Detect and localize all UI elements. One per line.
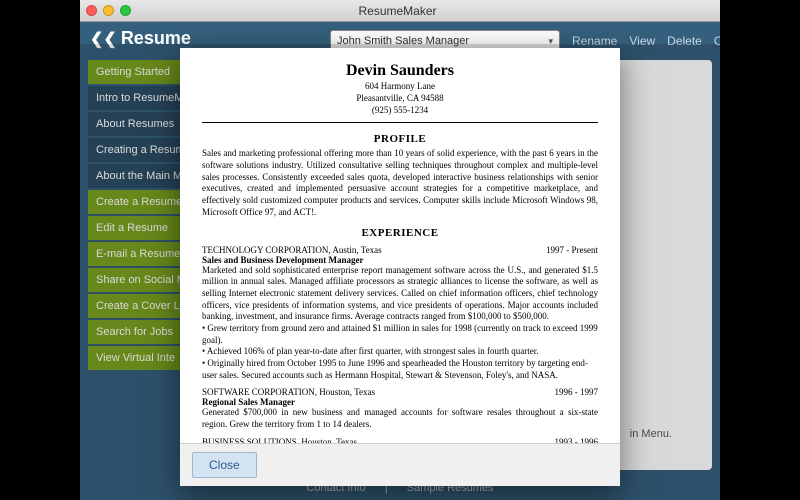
resume-name: Devin Saunders bbox=[202, 62, 598, 80]
job-entry: SOFTWARE CORPORATION, Houston, Texas 1996… bbox=[202, 387, 598, 430]
resume-preview-modal: Devin Saunders 604 Harmony Lane Pleasant… bbox=[180, 48, 620, 486]
traffic-lights bbox=[86, 5, 131, 16]
job-body: Generated $700,000 in new business and m… bbox=[202, 407, 598, 430]
job-title: Sales and Business Development Manager bbox=[202, 255, 598, 265]
job-company: BUSINESS SOLUTIONS, Houston, Texas bbox=[202, 437, 357, 443]
job-company: TECHNOLOGY CORPORATION, Austin, Texas bbox=[202, 245, 382, 255]
profile-heading: PROFILE bbox=[202, 133, 598, 145]
job-dates: 1997 - Present bbox=[546, 245, 598, 255]
job-bullet: • Originally hired from October 1995 to … bbox=[202, 358, 598, 381]
modal-overlay: Devin Saunders 604 Harmony Lane Pleasant… bbox=[80, 44, 720, 500]
job-dates: 1993 - 1996 bbox=[555, 437, 599, 443]
job-entry: BUSINESS SOLUTIONS, Houston, Texas 1993 -… bbox=[202, 437, 598, 443]
job-header: TECHNOLOGY CORPORATION, Austin, Texas 199… bbox=[202, 245, 598, 255]
job-entry: TECHNOLOGY CORPORATION, Austin, Texas 199… bbox=[202, 245, 598, 382]
titlebar: ResumeMaker bbox=[80, 0, 720, 22]
job-title: Regional Sales Manager bbox=[202, 397, 598, 407]
job-dates: 1996 - 1997 bbox=[555, 387, 599, 397]
close-window-icon[interactable] bbox=[86, 5, 97, 16]
modal-footer: Close bbox=[180, 443, 620, 486]
resume-scroll-area[interactable]: Devin Saunders 604 Harmony Lane Pleasant… bbox=[180, 48, 620, 443]
resume-divider bbox=[202, 122, 598, 123]
job-company: SOFTWARE CORPORATION, Houston, Texas bbox=[202, 387, 375, 397]
minimize-window-icon[interactable] bbox=[103, 5, 114, 16]
zoom-window-icon[interactable] bbox=[120, 5, 131, 16]
resume-contact: 604 Harmony Lane Pleasantville, CA 94588… bbox=[202, 80, 598, 116]
window-title: ResumeMaker bbox=[131, 4, 664, 18]
profile-body: Sales and marketing professional offerin… bbox=[202, 148, 598, 218]
job-bullet: • Achieved 106% of plan year-to-date aft… bbox=[202, 346, 598, 358]
experience-heading: EXPERIENCE bbox=[202, 227, 598, 239]
job-header: SOFTWARE CORPORATION, Houston, Texas 1996… bbox=[202, 387, 598, 397]
job-header: BUSINESS SOLUTIONS, Houston, Texas 1993 -… bbox=[202, 437, 598, 443]
job-bullet: • Grew territory from ground zero and at… bbox=[202, 323, 598, 346]
job-body: Marketed and sold sophisticated enterpri… bbox=[202, 265, 598, 323]
close-button[interactable]: Close bbox=[192, 452, 257, 478]
